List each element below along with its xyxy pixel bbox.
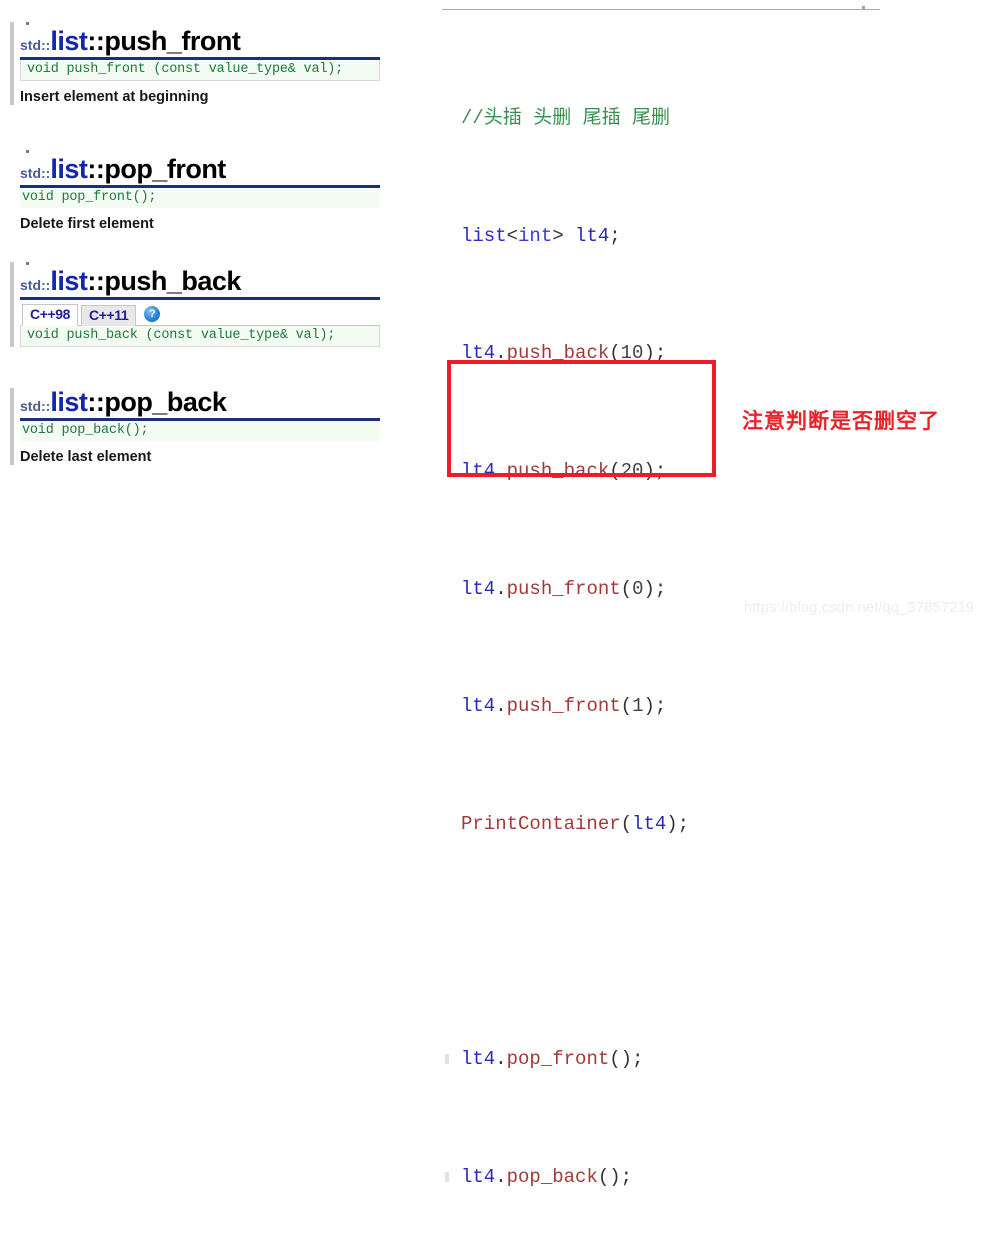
class-label: list bbox=[50, 154, 88, 184]
prototype-push-front: void push_front (const value_type& val); bbox=[20, 60, 380, 82]
gutter-change-mark bbox=[445, 1171, 449, 1182]
code-line[interactable]: //头插 头删 尾插 尾删 bbox=[440, 104, 1000, 133]
code-line[interactable]: PrintContainer(lt4); bbox=[440, 810, 1000, 839]
code-token-text: PrintContainer(lt4); bbox=[461, 812, 690, 835]
namespace-label: std:: bbox=[20, 165, 51, 181]
scope-separator: :: bbox=[87, 387, 105, 417]
prototype-push-back: void push_back (const value_type& val); bbox=[20, 326, 380, 348]
code-token-text: lt4.pop_back(); bbox=[461, 1165, 633, 1188]
scope-separator: :: bbox=[87, 154, 105, 184]
code-token-text: lt4.pop_front(); bbox=[461, 1048, 644, 1071]
tab-cpp98[interactable]: C++98 bbox=[22, 303, 79, 327]
description-push-front: Insert element at beginning bbox=[20, 89, 209, 106]
standard-version-tabs: C++98 C++11 ? bbox=[20, 300, 380, 327]
namespace-label: std:: bbox=[20, 398, 51, 414]
class-label: list bbox=[50, 26, 88, 56]
member-label: push_back bbox=[104, 266, 241, 296]
code-line[interactable]: lt4.push_back(10); bbox=[440, 339, 1000, 368]
code-token-text: lt4.push_front(0); bbox=[461, 577, 667, 600]
tab-cpp11[interactable]: C++11 bbox=[81, 304, 137, 327]
reference-panel: std::list::push_front void push_front (c… bbox=[0, 0, 430, 629]
class-label: list bbox=[50, 387, 88, 417]
reference-title-pop-back: std::list::pop_back bbox=[20, 387, 380, 422]
member-label: push_front bbox=[104, 26, 241, 56]
member-label: pop_front bbox=[104, 154, 226, 184]
bullet-dot bbox=[26, 262, 29, 265]
watermark-url: https://blog.csdn.net/qq_37857219 bbox=[744, 599, 975, 616]
scope-separator: :: bbox=[87, 266, 105, 296]
reference-title-push-front: std::list::push_front bbox=[20, 26, 380, 61]
code-line[interactable]: lt4.pop_back(); bbox=[440, 1163, 1000, 1192]
reference-title-push-back: std::list::push_back bbox=[20, 266, 380, 301]
editor-top-tick bbox=[862, 6, 865, 10]
namespace-label: std:: bbox=[20, 37, 51, 53]
code-token-text: list<int> lt4; bbox=[461, 224, 621, 247]
code-token-text: lt4.push_front(1); bbox=[461, 695, 667, 718]
code-line[interactable]: lt4.push_front(1); bbox=[440, 692, 1000, 721]
editor-top-rule bbox=[442, 9, 880, 10]
code-line[interactable]: list<int> lt4; bbox=[440, 222, 1000, 251]
reference-card-pop-back: std::list::pop_back void pop_back(); Del… bbox=[10, 387, 380, 466]
annotation-text: 注意判断是否删空了 bbox=[742, 409, 940, 433]
help-question-icon[interactable]: ? bbox=[144, 306, 161, 323]
code-line[interactable]: lt4.pop_front(); bbox=[440, 1045, 1000, 1074]
reference-card-push-front: std::list::push_front void push_front (c… bbox=[10, 22, 380, 106]
reference-title-pop-front: std::list::pop_front bbox=[20, 154, 380, 189]
scope-separator: :: bbox=[87, 26, 105, 56]
class-label: list bbox=[50, 266, 88, 296]
code-token-text: lt4.push_back(20); bbox=[461, 460, 667, 483]
gutter-change-mark bbox=[445, 1054, 449, 1065]
code-token-comment: //头插 头删 尾插 尾删 bbox=[461, 107, 671, 130]
bullet-dot bbox=[26, 22, 29, 25]
code-line-blank[interactable] bbox=[440, 927, 1000, 956]
reference-card-push-back: std::list::push_back C++98 C++11 ? void … bbox=[10, 262, 380, 348]
prototype-pop-front: void pop_front(); bbox=[20, 188, 380, 209]
prototype-pop-back: void pop_back(); bbox=[20, 421, 380, 442]
reference-card-pop-front: std::list::pop_front void pop_front(); D… bbox=[10, 150, 380, 232]
code-line[interactable]: lt4.push_back(20); bbox=[440, 457, 1000, 486]
member-label: pop_back bbox=[104, 387, 227, 417]
code-lines-container[interactable]: //头插 头删 尾插 尾删 list<int> lt4; lt4.push_ba… bbox=[440, 16, 1000, 1258]
bullet-dot bbox=[26, 150, 29, 153]
description-pop-back: Delete last element bbox=[20, 449, 152, 466]
code-editor-panel[interactable]: //头插 头删 尾插 尾删 list<int> lt4; lt4.push_ba… bbox=[440, 0, 1000, 1188]
namespace-label: std:: bbox=[20, 277, 51, 293]
code-token-text: lt4.push_back(10); bbox=[461, 342, 667, 365]
description-pop-front: Delete first element bbox=[20, 216, 154, 233]
